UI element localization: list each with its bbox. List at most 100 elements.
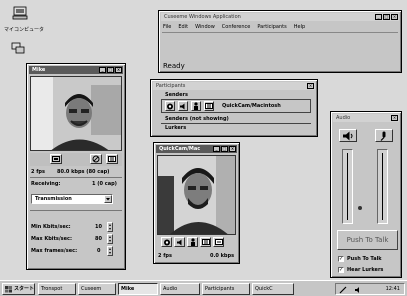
taskbar-button-audio[interactable]: Audio (160, 283, 200, 295)
taskbar-button-tronspot[interactable]: Tronspot (38, 283, 76, 295)
microphone-mute-button[interactable] (375, 129, 393, 142)
desktop-icon-label: マイコンピュータ (4, 27, 45, 33)
menu-file[interactable]: File (163, 24, 171, 30)
dropdown-arrow-button[interactable] (104, 195, 112, 203)
push-to-talk-label: Push To Talk (346, 236, 389, 244)
video-window-title: Mike (32, 67, 46, 73)
participants-titlebar[interactable]: Participants × (153, 82, 315, 90)
computer-icon (12, 6, 28, 20)
start-button[interactable]: スタート (2, 283, 35, 295)
video-window-quickcam: QuickCam/Mac _ □ × 2 fps 0.0 kbps (153, 142, 240, 264)
maximize-button[interactable]: □ (221, 146, 228, 152)
setting-spinner[interactable]: ▴ ▾ (107, 234, 113, 244)
speaker-volume-slider[interactable] (342, 149, 353, 224)
divider (30, 210, 122, 211)
video-window-titlebar[interactable]: QuickCam/Mac _ □ × (156, 145, 237, 153)
chevron-down-icon (106, 198, 110, 201)
setting-value: 0 (97, 248, 101, 254)
video-window-titlebar[interactable]: Mike _ □ × (29, 66, 123, 74)
maximize-button[interactable]: □ (107, 67, 114, 73)
video-window-title: QuickCam/Mac (159, 146, 201, 152)
checkbox-label: Push To Talk (347, 256, 382, 262)
slider-thumb[interactable] (358, 206, 362, 210)
main-app-window: Cuseeme Windows Application _ □ × File E… (158, 10, 402, 73)
kbps-readout: 80.0 kbps (80 cap) (57, 169, 110, 175)
pen-icon (339, 286, 347, 294)
my-computer-desktop-icon[interactable]: マイコンピュータ (4, 6, 44, 36)
audio-titlebar[interactable]: Audio × (333, 114, 399, 122)
info-button[interactable] (106, 154, 118, 164)
menu-window[interactable]: Window (195, 24, 215, 30)
taskbar-button-mike[interactable]: Mike (118, 283, 158, 295)
minimize-button[interactable]: _ (99, 67, 106, 73)
frame-icon (52, 156, 60, 162)
taskbar: スタート Tronspot Cuseem Mike Audio Particip… (0, 280, 407, 296)
setting-spinner[interactable]: ▴ ▾ (107, 222, 113, 232)
setting-spinner[interactable]: ▴ ▾ (107, 246, 113, 256)
person-icon (190, 238, 195, 246)
person-icon (194, 102, 198, 110)
video-controls (30, 153, 122, 166)
close-button[interactable]: × (307, 83, 314, 89)
clock: 12:41 (385, 286, 400, 292)
close-button[interactable]: × (115, 67, 122, 73)
maximize-button[interactable]: □ (383, 14, 390, 20)
participants-title: Participants (156, 83, 186, 89)
info-button[interactable] (204, 101, 214, 111)
info-card-icon (108, 156, 116, 162)
menu-edit[interactable]: Edit (178, 24, 188, 30)
system-tray: 12:41 (335, 283, 405, 295)
taskbar-button-participants[interactable]: Participants (202, 283, 250, 295)
stop-video-button[interactable] (90, 154, 102, 164)
main-window-titlebar[interactable]: Cuseeme Windows Application _ □ × (161, 13, 399, 21)
person-button[interactable] (191, 101, 201, 111)
menu-conference[interactable]: Conference (222, 24, 251, 30)
transmission-dropdown[interactable]: Transmission (31, 194, 113, 204)
sender-row[interactable]: QuickCam/Macintosh (161, 99, 311, 113)
divider (161, 123, 311, 124)
main-window-title: Cuseeme Windows Application (164, 14, 241, 20)
minimize-button[interactable]: _ (375, 14, 382, 20)
setting-label: Min Kbits/sec: (31, 224, 71, 230)
taskbar-button-quickcam[interactable]: QuickC (252, 283, 294, 295)
fps-readout: 2 fps (31, 169, 45, 175)
video-toggle-button[interactable] (161, 237, 172, 247)
slider-track (347, 153, 348, 220)
network-desktop-icon[interactable] (10, 42, 28, 58)
snapshot-button[interactable] (50, 154, 62, 164)
kbps-readout: 0.0 kbps (210, 253, 235, 259)
setting-value: 10 (95, 224, 102, 230)
camera-icon (163, 239, 170, 245)
speaker-mute-button[interactable] (339, 129, 357, 142)
minimize-button[interactable]: _ (213, 146, 220, 152)
no-video-icon (92, 155, 100, 163)
divider (30, 177, 122, 178)
speaker-icon[interactable] (354, 286, 362, 294)
hear-lurkers-checkbox[interactable]: ✓ (338, 267, 344, 273)
stats-button[interactable] (213, 237, 224, 247)
push-to-talk-checkbox-row[interactable]: ✓ Push To Talk (338, 256, 382, 262)
video-image (158, 156, 235, 234)
info-button[interactable] (200, 237, 211, 247)
fps-readout: 2 fps (158, 253, 172, 259)
taskbar-button-cuseem[interactable]: Cuseem (78, 283, 116, 295)
push-to-talk-button[interactable]: Push To Talk (337, 230, 398, 250)
menu-help[interactable]: Help (294, 24, 305, 30)
close-button[interactable]: × (229, 146, 236, 152)
person-button[interactable] (187, 237, 198, 247)
push-to-talk-checkbox[interactable]: ✓ (338, 256, 344, 262)
network-icon (11, 42, 25, 54)
video-feed (157, 155, 236, 235)
microphone-volume-slider[interactable] (377, 149, 388, 224)
close-button[interactable]: × (391, 115, 398, 121)
video-toggle-button[interactable] (165, 101, 175, 111)
start-label: スタート (13, 286, 34, 292)
audio-toggle-button[interactable] (178, 101, 188, 111)
speaker-icon (180, 103, 185, 109)
audio-toggle-button[interactable] (174, 237, 185, 247)
hear-lurkers-checkbox-row[interactable]: ✓ Hear Lurkers (338, 267, 383, 273)
menu-participants[interactable]: Participants (257, 24, 286, 30)
close-button[interactable]: × (391, 14, 398, 20)
receiving-label: Receiving: (31, 181, 61, 187)
video-feed (30, 76, 122, 151)
